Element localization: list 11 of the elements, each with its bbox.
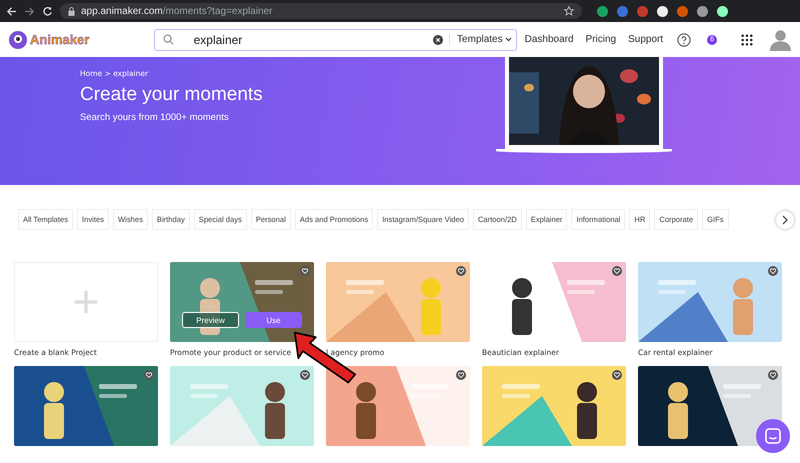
hero-title: Create your moments <box>80 84 264 106</box>
nav-link[interactable]: Dashboard <box>524 34 574 45</box>
nav-link[interactable]: Support <box>628 34 664 45</box>
nav-link[interactable]: Pricing <box>586 34 616 45</box>
url-text: app.animaker.com/moments?tag=explainer <box>81 6 273 16</box>
use-button[interactable]: Use <box>245 312 302 328</box>
preview-button[interactable]: Preview <box>182 312 239 328</box>
address-bar[interactable]: app.animaker.com/moments?tag=explainer <box>60 3 582 19</box>
search-field[interactable]: explainer Templates <box>154 28 517 50</box>
scope-dropdown[interactable]: Templates <box>449 34 512 45</box>
hero-subtitle: Search yours from 1000+ moments <box>80 112 230 123</box>
